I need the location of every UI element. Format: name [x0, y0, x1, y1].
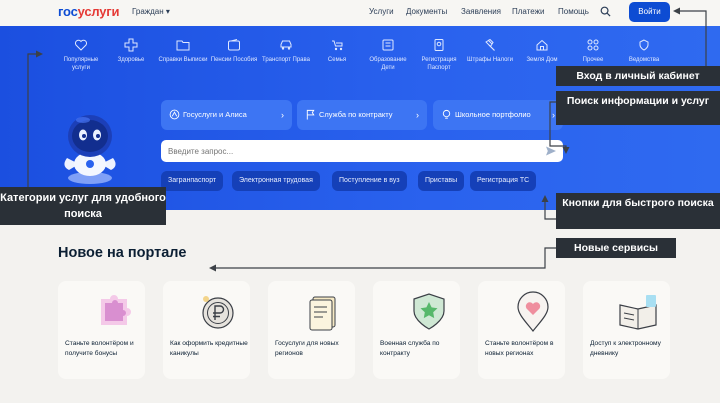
robot-mascot-icon [64, 115, 116, 184]
nav-link-help[interactable]: Помощь [558, 7, 589, 16]
grid-icon [587, 39, 599, 51]
search-input[interactable] [161, 140, 563, 162]
ruble-coin-icon [202, 296, 234, 329]
annotation-new-services: Новые сервисы [556, 238, 676, 258]
car-icon [280, 40, 292, 50]
wallet-icon [228, 39, 240, 51]
annotation-login: Вход в личный кабинет [556, 66, 720, 86]
category-land-house[interactable]: Земля Дом [516, 38, 568, 64]
chip-university-admission[interactable]: Поступление в вуз [332, 171, 407, 191]
category-registration[interactable]: Регистрация Паспорт [413, 38, 465, 72]
alice-icon [169, 109, 180, 120]
category-other[interactable]: Прочее [567, 38, 619, 64]
annotation-search: Поиск информации и услуг [556, 91, 720, 125]
nav-link-payments[interactable]: Платежи [512, 7, 544, 16]
card-new-regions[interactable]: Госуслуги для новых регионов [268, 281, 355, 379]
card-volunteer-regions[interactable]: Станьте волонтёром в новых регионах [478, 281, 565, 379]
nav-link-applications[interactable]: Заявления [461, 7, 501, 16]
category-popular[interactable]: Популярные услуги [55, 38, 107, 72]
login-button[interactable]: Войти [629, 2, 670, 22]
category-education[interactable]: Образование Дети [362, 38, 414, 72]
puzzle-icon [101, 295, 131, 325]
folder-icon [176, 40, 190, 51]
document-icon [309, 296, 336, 331]
top-navigation-bar: госуслуги Граждан ▾ Услуги Документы Зая… [0, 0, 720, 26]
category-pensions[interactable]: Пенсии Пособия [208, 38, 260, 64]
annotation-categories: Категории услуг для удобного поиска [0, 187, 166, 225]
stroller-icon [332, 40, 343, 51]
chip-vehicle-registration[interactable]: Регистрация ТС [470, 171, 537, 191]
category-fines[interactable]: Штрафы Налоги [464, 38, 516, 64]
gavel-icon [485, 38, 495, 51]
chevron-right-icon: › [416, 110, 419, 120]
chip-foreign-passport[interactable]: Загранпаспорт [161, 171, 224, 191]
flag-icon [306, 109, 315, 120]
send-arrow-icon[interactable] [545, 145, 557, 157]
passport-icon [434, 39, 444, 51]
user-type-dropdown[interactable]: Граждан ▾ [132, 7, 170, 16]
chip-bailiffs[interactable]: Приставы [418, 171, 465, 191]
house-icon [536, 39, 548, 51]
card-military-contract[interactable]: Военная служба по контракту [373, 281, 460, 379]
category-certificates[interactable]: Справки Выписки [157, 38, 209, 64]
nav-link-services[interactable]: Услуги [369, 7, 394, 16]
health-cross-icon [124, 38, 138, 52]
heart-pin-icon [517, 291, 549, 332]
chevron-right-icon: › [552, 110, 555, 120]
chip-electronic-workbook[interactable]: Электронная трудовая [232, 171, 320, 191]
category-transport[interactable]: Транспорт Права [260, 38, 312, 64]
lightbulb-icon [442, 109, 451, 119]
card-volunteer-bonus[interactable]: Станьте волонтёром и получите бонусы [58, 281, 145, 379]
gosuslugi-logo[interactable]: госуслуги [58, 4, 120, 19]
quick-link-contract-service[interactable]: Служба по контракту › [297, 100, 427, 130]
new-section-title: Новое на портале [58, 245, 187, 261]
nav-link-documents[interactable]: Документы [406, 7, 447, 16]
card-electronic-diary[interactable]: Доступ к электронному дневнику [583, 281, 670, 379]
annotation-quick-buttons: Кнопки для быстрого поиска [556, 193, 720, 229]
open-book-icon [619, 295, 657, 330]
search-icon[interactable] [600, 6, 611, 17]
chevron-right-icon: › [281, 110, 284, 120]
category-family[interactable]: Семья [311, 38, 363, 64]
heart-icon [74, 39, 88, 51]
category-agencies[interactable]: Ведомства [618, 38, 670, 64]
quick-link-alice[interactable]: Госуслуги и Алиса › [161, 100, 292, 130]
school-icon [382, 39, 394, 51]
quick-link-school-portfolio[interactable]: Школьное портфолио › [433, 100, 563, 130]
shield-star-icon [413, 293, 445, 330]
emblem-icon [639, 39, 649, 51]
card-credit-holidays[interactable]: Как оформить кредитные каникулы [163, 281, 250, 379]
category-health[interactable]: Здоровье [105, 38, 157, 64]
